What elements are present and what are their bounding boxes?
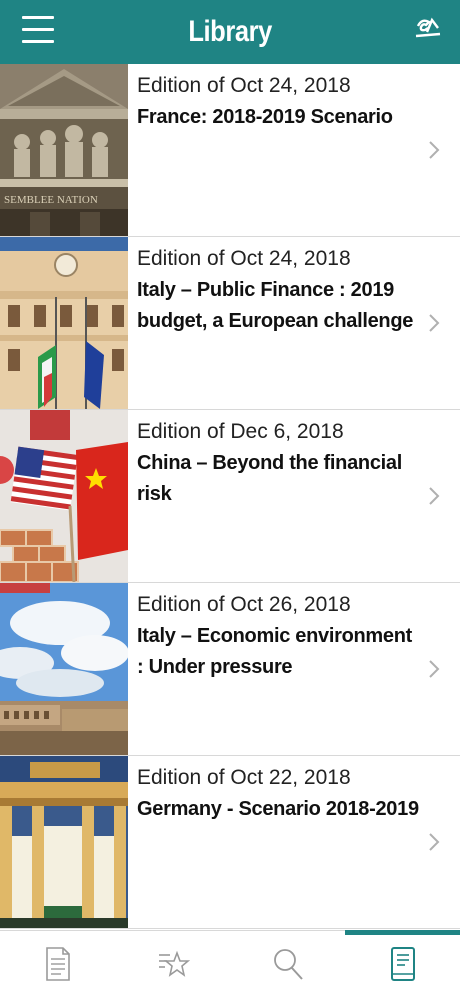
library-tab[interactable] bbox=[345, 930, 460, 996]
chevron-right-icon bbox=[429, 314, 440, 332]
top-bar: Library bbox=[0, 0, 460, 64]
edition-date: Edition of Oct 22, 2018 bbox=[137, 766, 351, 789]
chevron-right-icon bbox=[429, 487, 440, 505]
search-tab[interactable] bbox=[230, 931, 345, 996]
article-thumbnail bbox=[0, 237, 128, 409]
edition-date: Edition of Oct 24, 2018 bbox=[137, 74, 351, 97]
ca-logo-icon[interactable] bbox=[414, 16, 442, 42]
list-item[interactable]: SEMBLEE NATION Edition of Oct 24, 2018 F… bbox=[0, 64, 460, 237]
article-list: SEMBLEE NATION Edition of Oct 24, 2018 F… bbox=[0, 64, 460, 930]
article-thumbnail: SEMBLEE NATION bbox=[0, 64, 128, 236]
article-thumbnail bbox=[0, 410, 128, 582]
list-item[interactable]: Edition of Dec 6, 2018 China – Beyond th… bbox=[0, 410, 460, 583]
article-title: Italy – Public Finance : 2019 budget, a … bbox=[137, 279, 414, 332]
article-title: Germany - Scenario 2018-2019 bbox=[137, 798, 419, 820]
article-title: China – Beyond the financial risk bbox=[137, 452, 402, 505]
svg-text:SEMBLEE NATION: SEMBLEE NATION bbox=[4, 194, 98, 206]
edition-date: Edition of Oct 26, 2018 bbox=[137, 593, 351, 616]
chevron-right-icon bbox=[429, 660, 440, 678]
list-item[interactable]: Edition of Oct 24, 2018 Italy – Public F… bbox=[0, 237, 460, 410]
page-title: Library bbox=[188, 15, 272, 48]
list-item[interactable]: Edition of Oct 26, 2018 Italy – Economic… bbox=[0, 583, 460, 756]
bottom-tab-bar bbox=[0, 930, 460, 996]
search-icon bbox=[273, 948, 303, 980]
document-tab[interactable] bbox=[0, 931, 115, 996]
edition-date: Edition of Oct 24, 2018 bbox=[137, 247, 351, 270]
favorites-tab[interactable] bbox=[115, 931, 230, 996]
library-book-icon bbox=[390, 946, 415, 981]
edition-date: Edition of Dec 6, 2018 bbox=[137, 420, 344, 443]
chevron-right-icon bbox=[429, 141, 440, 159]
article-thumbnail bbox=[0, 756, 128, 928]
article-title: Italy – Economic environment : Under pre… bbox=[137, 625, 413, 678]
article-title: France: 2018-2019 Scenario bbox=[137, 106, 393, 128]
document-icon bbox=[45, 946, 70, 981]
hamburger-menu-icon[interactable] bbox=[22, 14, 54, 44]
star-list-icon bbox=[158, 950, 190, 977]
list-item[interactable]: Edition of Oct 22, 2018 Germany - Scenar… bbox=[0, 756, 460, 929]
chevron-right-icon bbox=[429, 833, 440, 851]
article-thumbnail bbox=[0, 583, 128, 755]
